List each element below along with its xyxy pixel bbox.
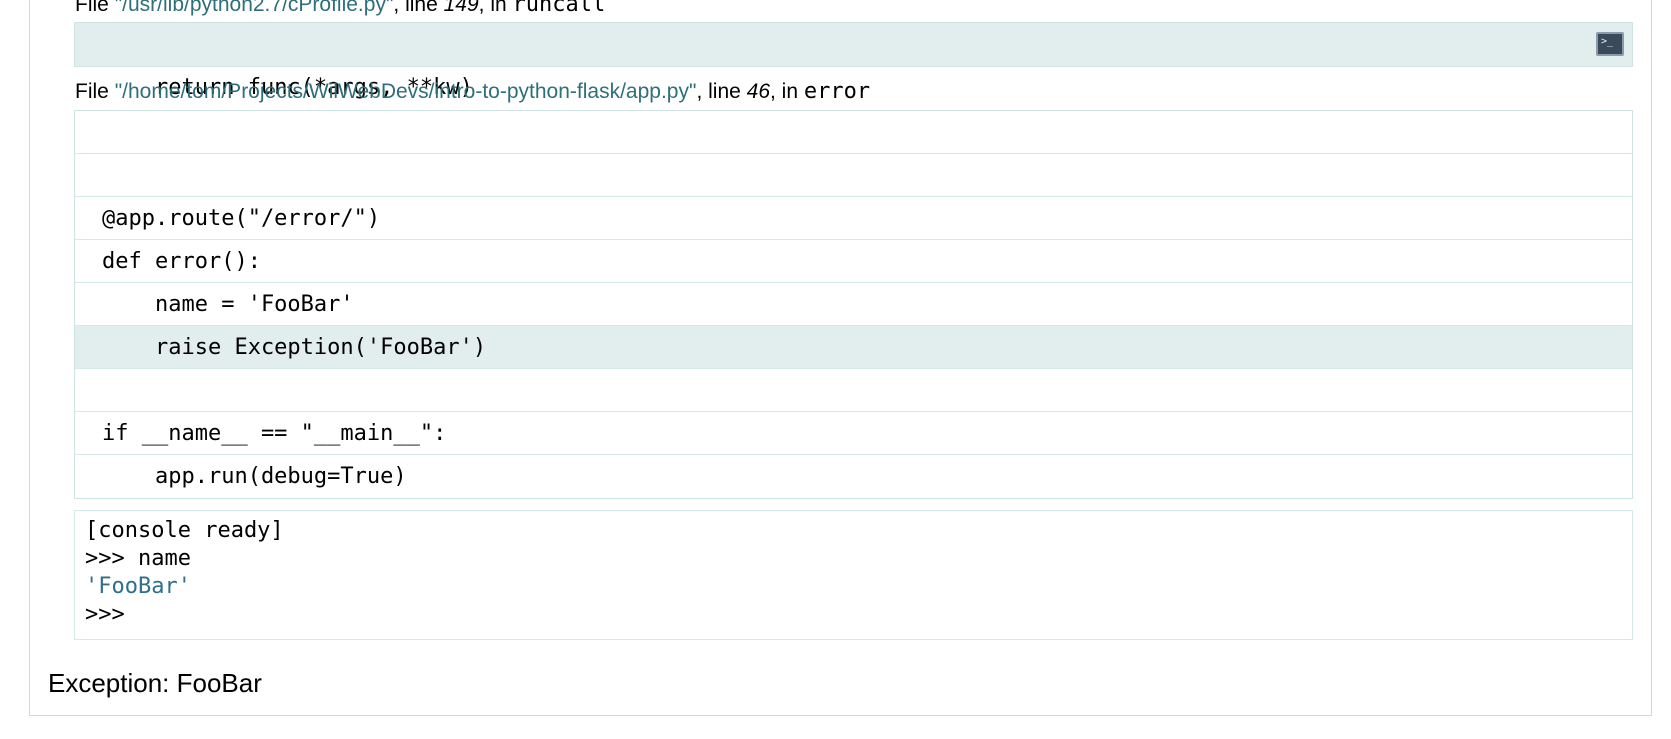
- frame-function: error: [803, 79, 871, 104]
- in-label: , in: [478, 0, 513, 16]
- frame-filename[interactable]: "/usr/lib/python2.7/cProfile.py": [115, 0, 394, 16]
- frame-header-app: File "/home/tom/Projects/WilWebDevs/intr…: [75, 79, 870, 105]
- code-line[interactable]: if __name__ == "__main__":: [75, 412, 1632, 455]
- code-line[interactable]: [75, 111, 1632, 154]
- code-line-current[interactable]: raise Exception('FooBar'): [75, 326, 1632, 369]
- code-text: app.run(debug=True): [102, 464, 407, 489]
- line-label: , line: [696, 80, 747, 103]
- console-input-line: >>> name: [85, 546, 191, 571]
- interactive-console[interactable]: [console ready] >>> name 'FooBar' >>>: [74, 510, 1633, 640]
- frame-function: runcall: [512, 0, 606, 17]
- terminal-icon: >_: [1601, 36, 1614, 47]
- frame-filename[interactable]: "/home/tom/Projects/WilWebDevs/intro-to-…: [115, 80, 697, 103]
- in-label: , in: [770, 80, 804, 103]
- code-line[interactable]: @app.route("/error/"): [75, 197, 1632, 240]
- code-line[interactable]: def error():: [75, 240, 1632, 283]
- code-text: name = 'FooBar': [102, 292, 354, 317]
- code-text: raise Exception('FooBar'): [102, 335, 487, 360]
- frame-lineno: 46: [746, 80, 770, 103]
- code-line[interactable]: name = 'FooBar': [75, 283, 1632, 326]
- file-label: File: [75, 80, 115, 103]
- code-line[interactable]: app.run(debug=True): [75, 455, 1632, 498]
- console-output: 'FooBar': [85, 574, 191, 599]
- code-line[interactable]: [75, 154, 1632, 197]
- line-label: , line: [393, 0, 444, 16]
- frame-header-cprofile: File "/usr/lib/python2.7/cProfile.py", l…: [75, 0, 605, 18]
- exception-message: Exception: FooBar: [48, 668, 262, 698]
- code-text: if __name__ == "__main__":: [102, 421, 447, 446]
- code-line-current[interactable]: return func(*args, **kw) >_: [75, 23, 1632, 100]
- code-text: def error():: [102, 249, 261, 274]
- console-status: [console ready]: [85, 518, 284, 543]
- code-text: @app.route("/error/"): [102, 206, 381, 231]
- console-prompt[interactable]: >>>: [85, 601, 1632, 629]
- frame-code-cprofile: return func(*args, **kw) >_: [74, 22, 1633, 100]
- frame-code-app: @app.route("/error/") def error(): name …: [74, 110, 1633, 499]
- file-label: File: [75, 0, 115, 16]
- code-line[interactable]: [75, 369, 1632, 412]
- frame-lineno: 149: [443, 0, 479, 16]
- open-console-button[interactable]: >_: [1596, 32, 1624, 56]
